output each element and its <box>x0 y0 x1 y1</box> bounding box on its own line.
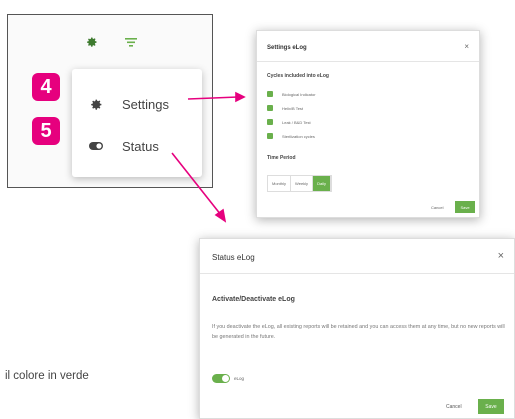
cycle-checkbox-row[interactable]: Sterilization cycles <box>267 133 315 139</box>
dialog-title: Status eLog <box>212 253 255 262</box>
filter-icon[interactable] <box>124 35 138 53</box>
checkbox-label: Helix/B Test <box>282 105 304 111</box>
step-badge: 4 <box>32 73 60 101</box>
save-button[interactable]: Save <box>455 201 475 213</box>
divider <box>257 61 479 62</box>
divider <box>200 273 514 274</box>
save-button[interactable]: Save <box>478 399 504 414</box>
arrowhead <box>214 208 227 223</box>
checkbox-icon[interactable] <box>267 133 273 139</box>
period-segmented-control: Monthly Weekly Daily <box>267 175 332 192</box>
menu-item-status[interactable]: Status <box>72 126 202 166</box>
checkbox-icon[interactable] <box>267 91 273 97</box>
gear-icon <box>88 98 104 111</box>
period-option[interactable]: Weekly <box>291 176 314 191</box>
checkbox-icon[interactable] <box>267 119 273 125</box>
dropdown-menu: Settings Status <box>72 69 202 177</box>
section-heading: Time Period <box>267 155 296 161</box>
checkbox-label: Leak / B&D Test <box>282 119 311 125</box>
step-badge: 5 <box>32 117 60 145</box>
cycle-checkbox-row[interactable]: Leak / B&D Test <box>267 119 311 125</box>
section-heading: Cycles included into eLog <box>267 73 329 79</box>
menu-item-settings[interactable]: Settings <box>72 84 202 124</box>
caption-text: il colore in verde <box>5 370 89 382</box>
period-option[interactable]: Monthly <box>268 176 292 191</box>
dialog-title: Settings eLog <box>267 45 307 51</box>
cancel-button[interactable]: Cancel <box>431 205 443 210</box>
period-option-active[interactable]: Daily <box>313 176 331 191</box>
toggle-label: eLog <box>234 376 245 381</box>
status-elog-dialog: Status eLog × Activate/Deactivate eLog I… <box>199 238 515 419</box>
elog-toggle[interactable] <box>212 374 230 383</box>
checkbox-label: Biological Indicator <box>282 91 316 97</box>
description-text: If you deactivate the eLog, all existing… <box>212 324 505 340</box>
elog-toggle-row[interactable]: eLog <box>212 374 244 383</box>
gear-icon[interactable] <box>86 35 98 53</box>
close-icon[interactable]: × <box>498 250 504 262</box>
toggle-icon <box>88 142 104 150</box>
cycle-checkbox-row[interactable]: Biological Indicator <box>267 91 316 97</box>
checkbox-icon[interactable] <box>267 105 273 111</box>
menu-item-label: Status <box>122 138 159 154</box>
checkbox-label: Sterilization cycles <box>282 133 315 139</box>
arrowhead <box>235 91 246 103</box>
cycle-checkbox-row[interactable]: Helix/B Test <box>267 105 303 111</box>
settings-elog-dialog: Settings eLog × Cycles included into eLo… <box>256 30 480 218</box>
screenshot-menu-panel: Settings Status <box>7 14 213 188</box>
cancel-button[interactable]: Cancel <box>446 404 462 410</box>
close-icon[interactable]: × <box>464 42 469 51</box>
section-heading: Activate/Deactivate eLog <box>212 296 295 303</box>
menu-item-label: Settings <box>122 96 169 112</box>
